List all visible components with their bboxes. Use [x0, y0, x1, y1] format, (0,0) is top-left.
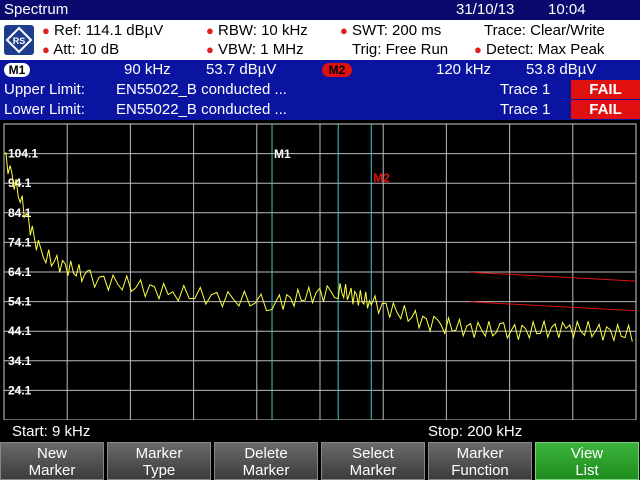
trace-line	[3, 152, 633, 343]
delete-marker-softkey[interactable]: Delete Marker	[214, 442, 318, 480]
attenuation[interactable]: ● Att: 10 dB	[42, 40, 119, 59]
upper-limit-trace: Trace 1	[500, 81, 551, 98]
vbw[interactable]: ● VBW: 1 MHz	[206, 40, 304, 59]
select-marker-softkey[interactable]: Select Marker	[321, 442, 425, 480]
y-tick-label: 24.1	[8, 383, 32, 397]
softkey-line: Type	[142, 462, 176, 479]
y-tick-label: 94.1	[8, 176, 32, 190]
marker-1-badge[interactable]: M1	[4, 63, 30, 77]
trigger-value: Trig: Free Run	[352, 41, 449, 58]
softkey-bar: New Marker Marker Type Delete Marker Select…	[0, 442, 640, 480]
frequency-footer: Start: 9 kHz Stop: 200 kHz	[0, 422, 640, 442]
y-tick-label: 44.1	[8, 324, 32, 338]
title-bar: Spectrum 31/10/13 10:04	[0, 0, 640, 20]
y-tick-label: 64.1	[8, 265, 32, 279]
upper-limit-status-badge: FAIL	[571, 80, 640, 99]
y-tick-label: 34.1	[8, 354, 32, 368]
marker-2-badge[interactable]: M2	[322, 63, 352, 77]
rs-logo-icon: RS	[4, 25, 34, 55]
lower-limit-label: Lower Limit:	[4, 101, 85, 118]
detector[interactable]: ● Detect: Max Peak	[474, 40, 604, 59]
spectrum-chart: 104.194.184.174.164.154.144.134.124.1M1M…	[3, 123, 637, 421]
svg-text:RS: RS	[13, 36, 26, 46]
parameter-panel: RS ● Ref: 114.1 dBµV ● Att: 10 dB ● RBW:…	[0, 20, 640, 60]
vbw-value: VBW: 1 MHz	[218, 41, 304, 58]
marker-1-label: M1	[274, 147, 291, 161]
window-title: Spectrum	[4, 1, 69, 18]
trigger[interactable]: Trig: Free Run	[352, 40, 448, 59]
ref-level[interactable]: ● Ref: 114.1 dBµV	[42, 21, 163, 40]
lower-limit-name: EN55022_B conducted ...	[116, 101, 287, 118]
softkey-line: Select	[352, 445, 394, 462]
softkey-line: List	[575, 462, 599, 479]
new-marker-softkey[interactable]: New Marker	[0, 442, 104, 480]
ref-level-value: Ref: 114.1 dBµV	[54, 22, 164, 39]
lower-limit-row[interactable]: Lower Limit: EN55022_B conducted ... Tra…	[0, 100, 640, 120]
detector-value: Detect: Max Peak	[486, 41, 605, 58]
softkey-line: Function	[451, 462, 509, 479]
marker-bar: M1 90 kHz 53.7 dBµV M2 120 kHz 53.8 dBµV	[0, 60, 640, 80]
y-tick-label: 74.1	[8, 235, 32, 249]
lower-limit-trace: Trace 1	[500, 101, 551, 118]
sweep-time-value: SWT: 200 ms	[352, 22, 442, 39]
upper-limit-label: Upper Limit:	[4, 81, 85, 98]
softkey-line: Marker	[28, 462, 76, 479]
marker-type-softkey[interactable]: Marker Type	[107, 442, 211, 480]
y-tick-label: 54.1	[8, 295, 32, 309]
lower-limit-line	[470, 301, 637, 312]
softkey-line: Marker	[242, 462, 290, 479]
softkey-line: Marker	[135, 445, 183, 462]
marker-function-softkey[interactable]: Marker Function	[428, 442, 532, 480]
rbw[interactable]: ● RBW: 10 kHz	[206, 21, 308, 40]
softkey-line: Marker	[456, 445, 504, 462]
marker-1-level: 53.7 dBµV	[206, 61, 277, 78]
softkey-line: Delete	[244, 445, 288, 462]
marker-1-freq: 90 kHz	[124, 61, 171, 78]
sweep-time[interactable]: ● SWT: 200 ms	[340, 21, 441, 40]
time: 10:04	[548, 1, 586, 18]
trace-mode-value: Trace: Clear/Write	[484, 22, 605, 39]
start-frequency[interactable]: Start: 9 kHz	[12, 422, 90, 442]
marker-2-level: 53.8 dBµV	[526, 61, 597, 78]
softkey-line: New	[36, 445, 67, 462]
attenuation-value: Att: 10 dB	[53, 41, 120, 58]
marker-2-freq: 120 kHz	[436, 61, 492, 78]
limit-panel: Upper Limit: EN55022_B conducted ... Tra…	[0, 80, 640, 120]
rbw-value: RBW: 10 kHz	[218, 22, 308, 39]
stop-frequency[interactable]: Stop: 200 kHz	[428, 422, 522, 442]
softkey-line: View	[570, 445, 604, 462]
lower-limit-status-badge: FAIL	[571, 100, 640, 119]
softkey-line: Marker	[349, 462, 397, 479]
upper-limit-name: EN55022_B conducted ...	[116, 81, 287, 98]
date: 31/10/13	[456, 1, 515, 18]
spectrum-plot[interactable]: 104.1 94.1 84.1 74.1 64.1 54.1 44.1 34.1 24.1 M1 M…	[0, 120, 640, 421]
upper-limit-row[interactable]: Upper Limit: EN55022_B conducted ... Tra…	[0, 80, 640, 100]
upper-limit-line	[470, 271, 637, 282]
marker-2-label: M2	[373, 171, 390, 185]
trace-mode[interactable]: Trace: Clear/Write	[484, 21, 605, 40]
view-list-softkey[interactable]: View List	[535, 442, 639, 480]
y-tick-label: 104.1	[8, 147, 38, 161]
